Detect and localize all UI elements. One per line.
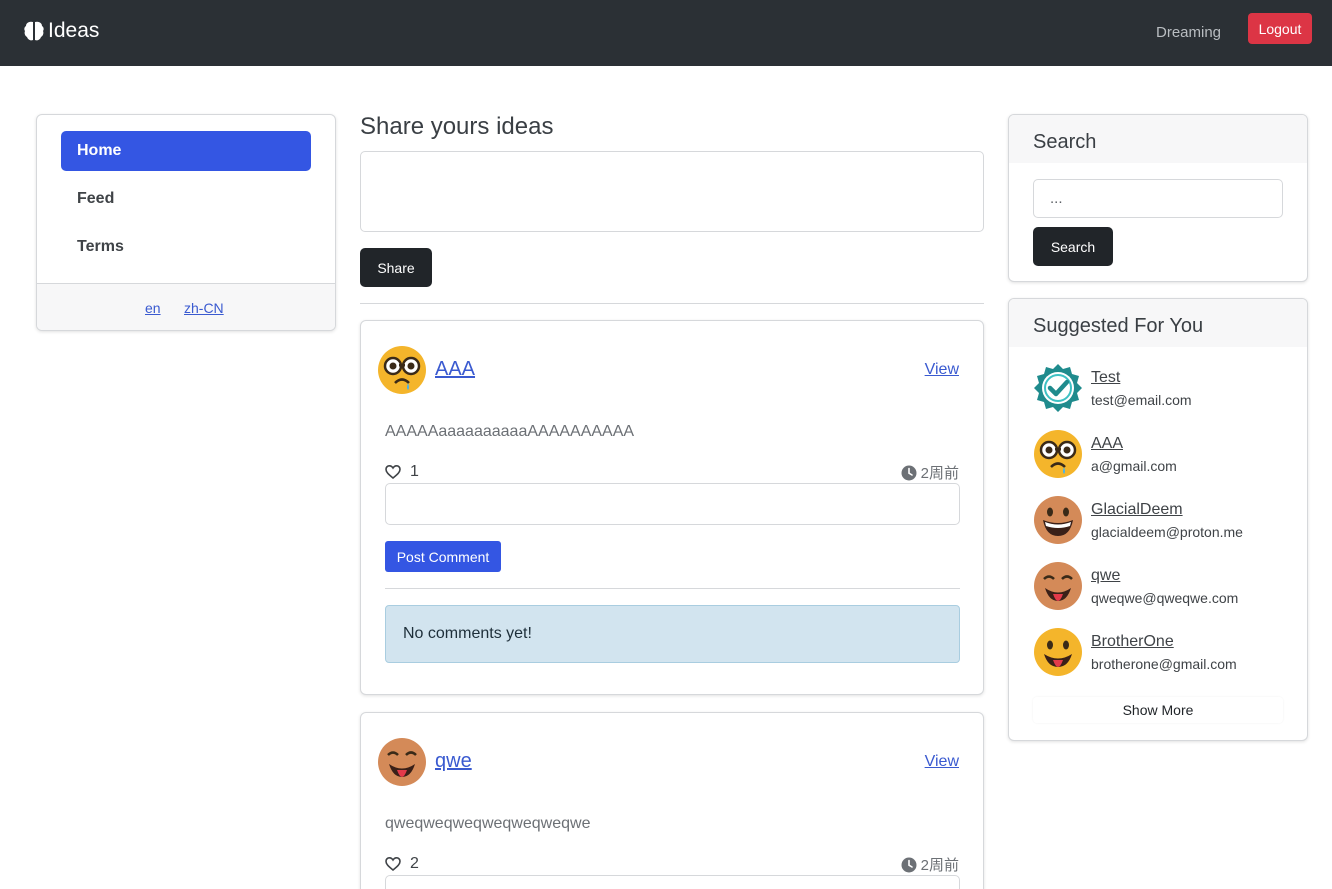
suggested-user: Test test@email.com: [1033, 363, 1293, 413]
suggested-user-email: a@gmail.com: [1091, 458, 1177, 474]
brand-name: Ideas: [48, 19, 100, 42]
suggested-user-link[interactable]: Test: [1091, 369, 1120, 387]
suggested-user: BrotherOne brotherone@gmail.com: [1033, 627, 1293, 677]
comment-textarea[interactable]: [385, 483, 960, 525]
search-title: Search: [1033, 131, 1097, 153]
share-button[interactable]: Share: [360, 248, 432, 287]
comment-textarea[interactable]: [385, 875, 960, 889]
suggested-user-email: glacialdeem@proton.me: [1091, 524, 1243, 540]
post-time-text: 2周前: [920, 857, 959, 874]
post-content: qweqweqweqweqweqweqwe: [385, 815, 591, 832]
show-more-button[interactable]: Show More: [1033, 697, 1283, 723]
divider: [385, 588, 960, 589]
view-post-link[interactable]: View: [925, 753, 959, 771]
verified-badge-icon: [1033, 363, 1083, 413]
search-card: Search ... Search: [1008, 114, 1308, 282]
suggested-user-email: test@email.com: [1091, 392, 1192, 408]
post-card: AAA View AAAAAaaaaaaaaaaAAAAAAAAAA 1 2周前…: [360, 320, 984, 695]
post-time-text: 2周前: [920, 465, 959, 482]
view-post-link[interactable]: View: [925, 361, 959, 379]
current-user-link[interactable]: Dreaming: [1156, 24, 1221, 41]
like-button[interactable]: 2: [385, 855, 419, 873]
like-count: 1: [410, 463, 419, 480]
post-card: qwe View qweqweqweqweqweqweqwe 2 2周前: [360, 712, 984, 889]
search-button[interactable]: Search: [1033, 227, 1113, 266]
post-author-link[interactable]: AAA: [435, 358, 475, 381]
nerd-face-icon: [377, 345, 427, 395]
suggested-card-header: Suggested For You: [1009, 299, 1307, 347]
nerd-face-icon: [1033, 429, 1083, 479]
brand-link[interactable]: Ideas: [23, 19, 99, 43]
suggested-user-link[interactable]: qwe: [1091, 567, 1120, 585]
suggested-card: Suggested For You Test test@email.com AA…: [1008, 298, 1308, 741]
tongue-face-icon: [377, 737, 427, 787]
divider: [360, 303, 984, 304]
clock-icon: [901, 465, 917, 481]
post-timestamp: 2周前: [901, 462, 959, 483]
suggested-user-link[interactable]: BrotherOne: [1091, 633, 1174, 651]
sidebar-item-home[interactable]: Home: [61, 131, 311, 171]
heart-icon: [385, 856, 401, 872]
clock-icon: [901, 857, 917, 873]
suggested-user: AAA a@gmail.com: [1033, 429, 1293, 479]
suggested-user: GlacialDeem glacialdeem@proton.me: [1033, 495, 1293, 545]
sidebar-item-feed[interactable]: Feed: [61, 179, 311, 219]
sidebar-nav: Home Feed Terms en zh-CN: [36, 114, 336, 331]
share-textarea[interactable]: [360, 151, 984, 232]
post-author-link[interactable]: qwe: [435, 750, 472, 773]
logout-button[interactable]: Logout: [1248, 13, 1312, 44]
language-link-en[interactable]: en: [145, 300, 161, 316]
suggested-user-email: qweqwe@qweqwe.com: [1091, 590, 1239, 606]
sidebar-item-terms[interactable]: Terms: [61, 227, 311, 267]
suggested-user-link[interactable]: AAA: [1091, 435, 1123, 453]
like-count: 2: [410, 855, 419, 872]
language-link-zh-cn[interactable]: zh-CN: [184, 300, 224, 316]
search-card-header: Search: [1009, 115, 1307, 163]
post-timestamp: 2周前: [901, 854, 959, 875]
post-content: AAAAAaaaaaaaaaaAAAAAAAAAA: [385, 423, 635, 440]
heart-icon: [385, 464, 401, 480]
suggested-user-link[interactable]: GlacialDeem: [1091, 501, 1183, 519]
navbar: Ideas Dreaming Logout: [0, 0, 1332, 66]
post-comment-button[interactable]: Post Comment: [385, 541, 501, 572]
suggested-title: Suggested For You: [1033, 315, 1204, 337]
yellow-tongue-face-icon: [1033, 627, 1083, 677]
suggested-user-email: brotherone@gmail.com: [1091, 656, 1237, 672]
no-comments-alert: No comments yet!: [385, 605, 960, 663]
suggested-user: qwe qweqwe@qweqwe.com: [1033, 561, 1293, 611]
tongue-face-icon: [1033, 561, 1083, 611]
search-input[interactable]: ...: [1033, 179, 1283, 218]
grinning-face-icon: [1033, 495, 1083, 545]
like-button[interactable]: 1: [385, 463, 419, 481]
share-title: Share yours ideas: [360, 113, 554, 140]
language-switcher: en zh-CN: [37, 283, 335, 330]
brain-icon: [24, 21, 44, 41]
